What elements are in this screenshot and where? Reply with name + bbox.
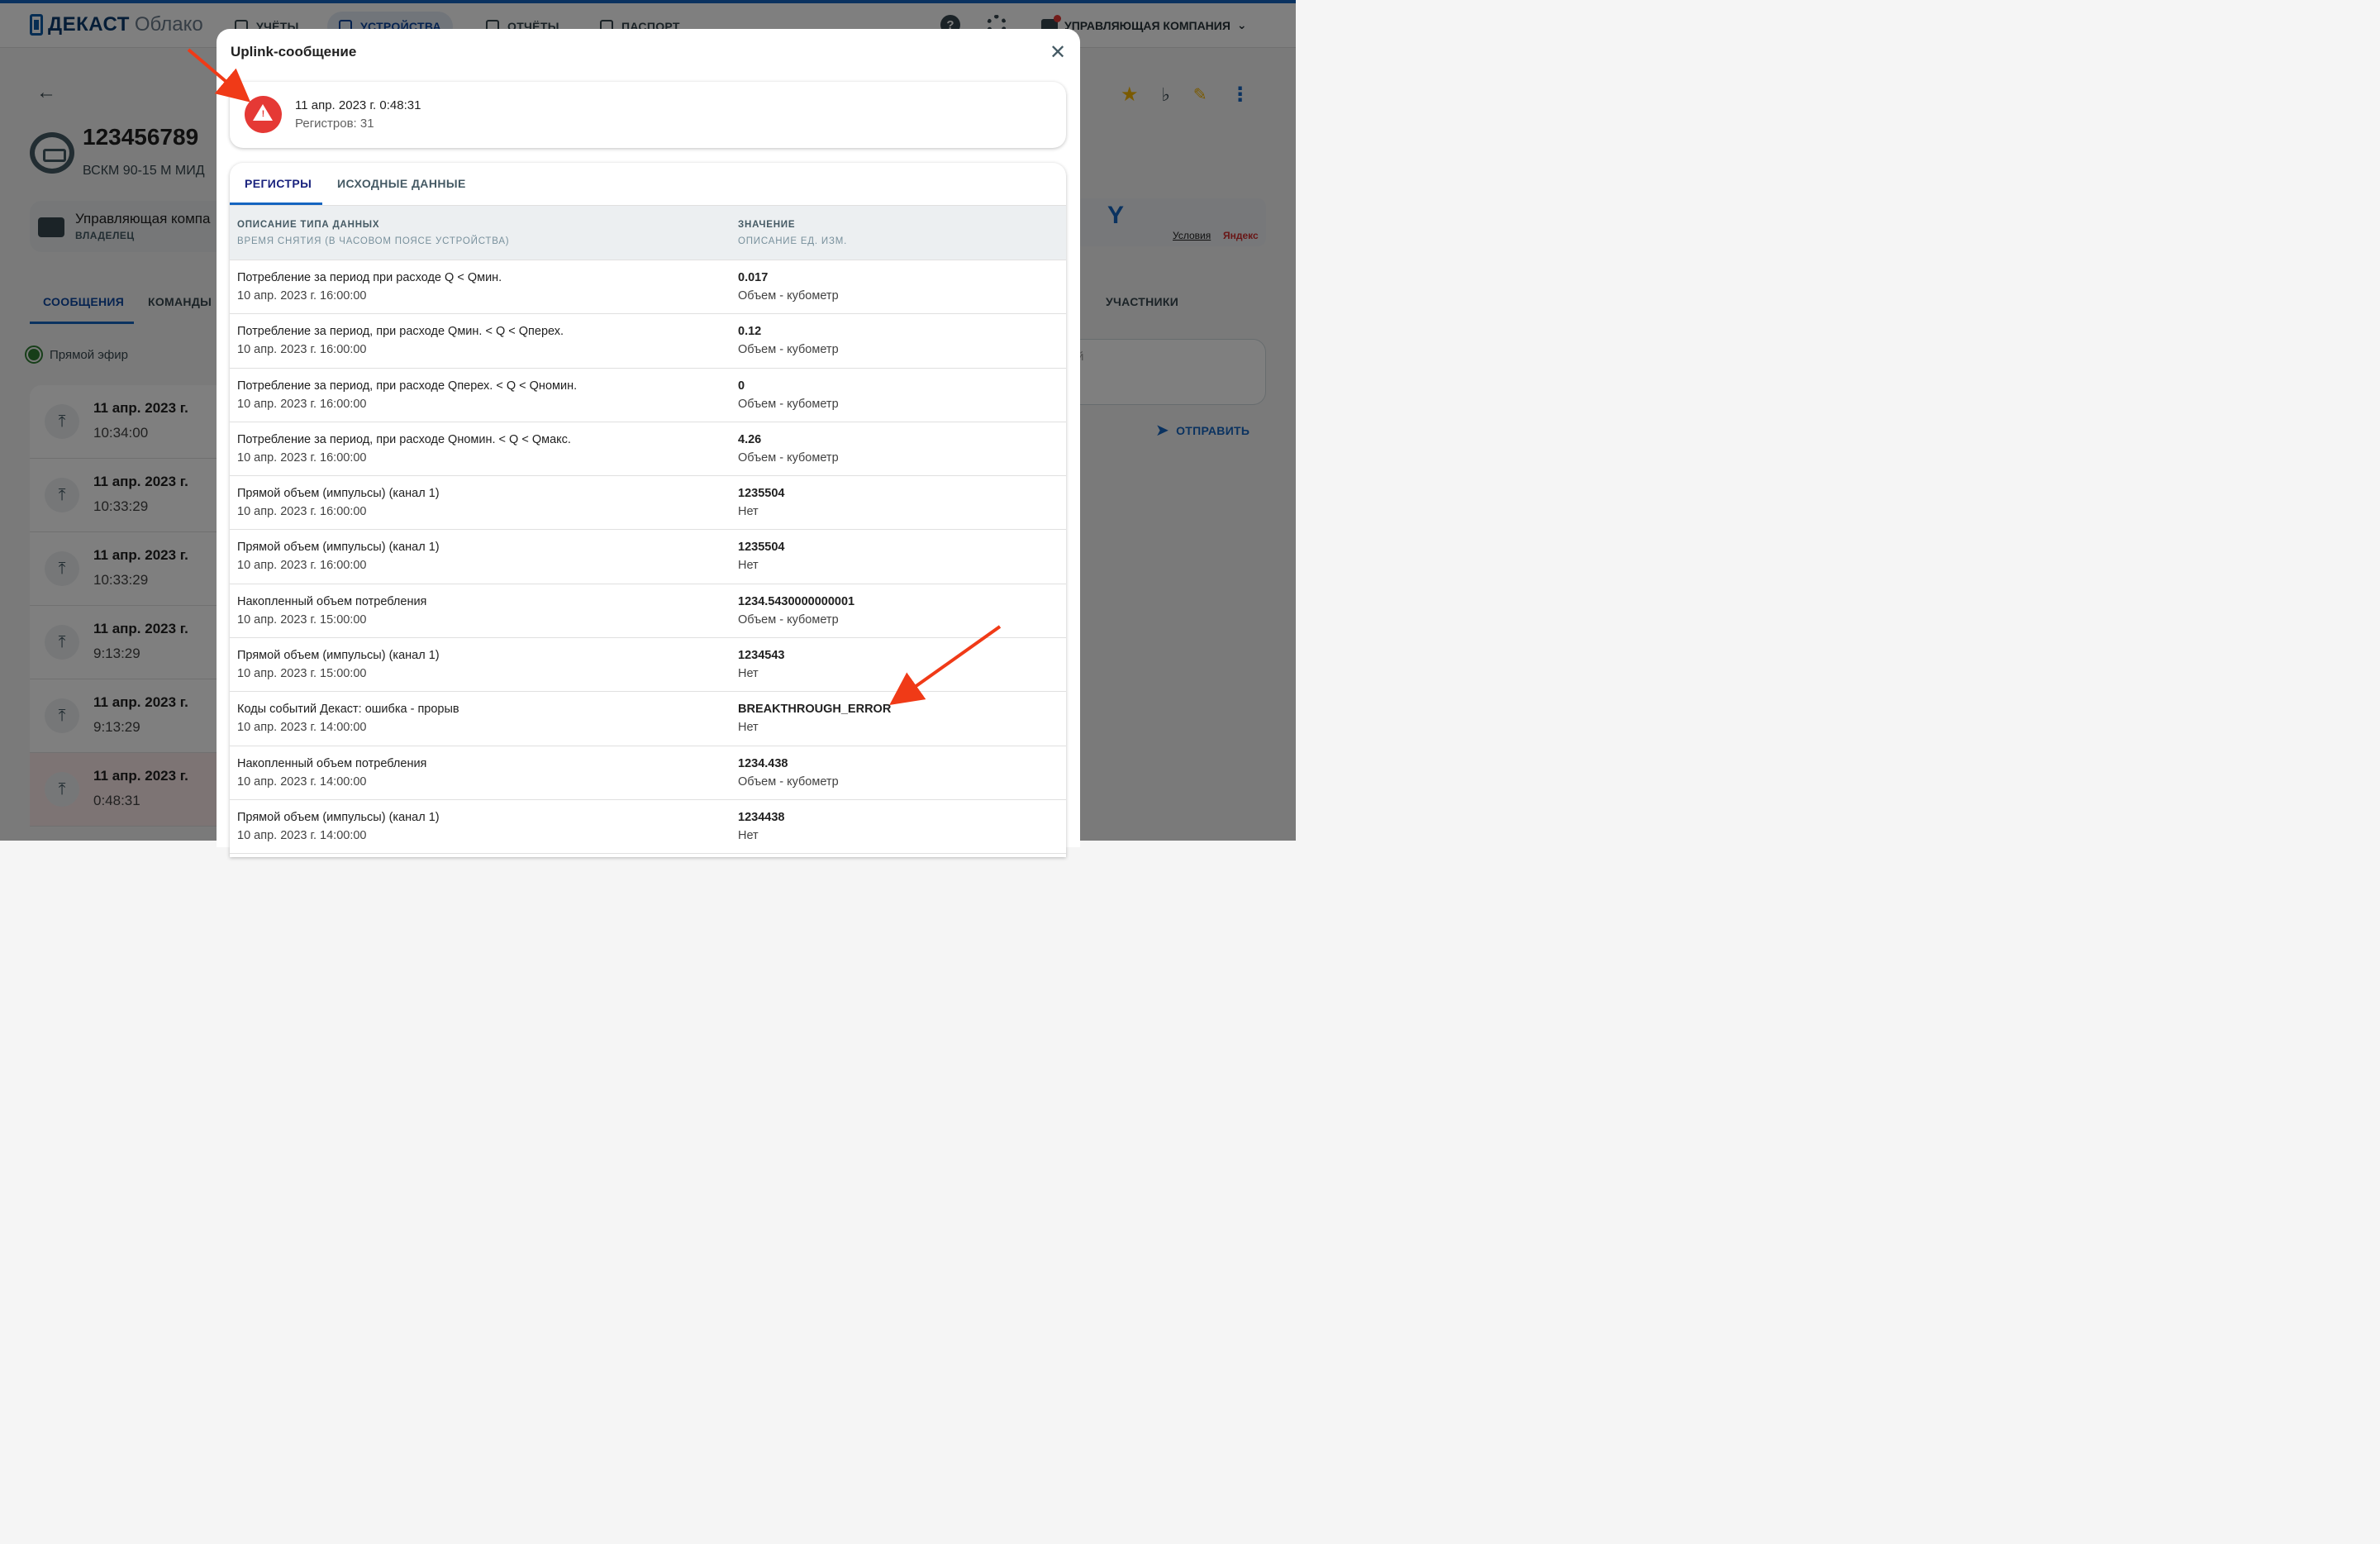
register-unit: Нет: [738, 505, 759, 519]
table-row: Потребление за период, при расходе Qноми…: [230, 422, 1066, 477]
register-unit: Объем - кубометр: [738, 289, 839, 303]
col-description-header[interactable]: ОПИСАНИЕ ТИПА ДАННЫХ: [237, 220, 379, 230]
col-time-header: ВРЕМЯ СНЯТИЯ (В ЧАСОВОМ ПОЯСЕ УСТРОЙСТВА…: [237, 236, 510, 246]
register-value: 1234438: [738, 810, 785, 824]
uplink-dialog: Uplink-сообщение ✕ ! 11 апр. 2023 г. 0:4…: [217, 29, 1080, 857]
register-value: BREAKTHROUGH_ERROR: [738, 703, 892, 717]
table-row: Прямой объем (импульсы) (канал 1) 10 апр…: [230, 476, 1066, 531]
register-time: 10 апр. 2023 г. 14:00:00: [237, 828, 367, 842]
table-row: Прямой объем (импульсы) (канал 1) 10 апр…: [230, 530, 1066, 584]
register-unit: Нет: [738, 721, 759, 735]
close-icon[interactable]: ✕: [1046, 41, 1069, 64]
register-value: 0: [738, 379, 745, 393]
register-description: Потребление за период при расходе Q < Qм…: [237, 271, 502, 284]
tab-registers[interactable]: РЕГИСТРЫ: [245, 177, 312, 190]
table-row: Потребление за период, при расходе Qмин.…: [230, 314, 1066, 369]
dialog-tabs: РЕГИСТРЫ ИСХОДНЫЕ ДАННЫЕ: [230, 163, 1066, 206]
col-unit-header: ОПИСАНИЕ ЕД. ИЗМ.: [738, 236, 848, 246]
register-unit: Объем - кубометр: [738, 612, 839, 627]
table-row: Потребление за период при расходе Q < Qм…: [230, 260, 1066, 315]
register-time: 10 апр. 2023 г. 15:00:00: [237, 667, 367, 681]
register-value: 1234.438: [738, 756, 788, 770]
register-time: 10 апр. 2023 г. 16:00:00: [237, 450, 367, 465]
register-description: Потребление за период, при расходе Qноми…: [237, 432, 571, 446]
table-row: Коды событий Декаст: ошибка - прорыв 10 …: [230, 692, 1066, 746]
register-value: 1234543: [738, 649, 785, 663]
table-row: Прямой объем (импульсы) (канал 1) 10 апр…: [230, 638, 1066, 693]
register-value: 1234.5430000000001: [738, 594, 855, 608]
dialog-title: Uplink-сообщение: [231, 44, 357, 60]
register-time: 10 апр. 2023 г. 16:00:00: [237, 559, 367, 573]
message-summary: ! 11 апр. 2023 г. 0:48:31 Регистров: 31: [230, 82, 1066, 148]
register-time: 10 апр. 2023 г. 15:00:00: [237, 612, 367, 627]
tab-underline: [230, 203, 322, 205]
registers-card: РЕГИСТРЫ ИСХОДНЫЕ ДАННЫЕ ОПИСАНИЕ ТИПА Д…: [230, 163, 1066, 857]
register-unit: Объем - кубометр: [738, 450, 839, 465]
register-description: Потребление за период, при расходе Qпере…: [237, 379, 578, 393]
register-time: 10 апр. 2023 г. 16:00:00: [237, 505, 367, 519]
summary-registers: Регистров: 31: [295, 117, 374, 131]
register-time: 10 апр. 2023 г. 16:00:00: [237, 343, 367, 357]
register-value: 1235504: [738, 487, 785, 501]
table-row: Прямой объем (импульсы) (канал 1) 10 апр…: [230, 800, 1066, 855]
register-description: Накопленный объем потребления: [237, 594, 427, 608]
tab-raw-data[interactable]: ИСХОДНЫЕ ДАННЫЕ: [337, 177, 466, 190]
register-description: Прямой объем (импульсы) (канал 1): [237, 810, 440, 824]
register-unit: Нет: [738, 559, 759, 573]
register-unit: Нет: [738, 828, 759, 842]
register-unit: Объем - кубометр: [738, 397, 839, 411]
col-value-header[interactable]: ЗНАЧЕНИЕ: [738, 220, 795, 230]
register-value: 1235504: [738, 541, 785, 555]
register-time: 10 апр. 2023 г. 14:00:00: [237, 774, 367, 789]
table-header: ОПИСАНИЕ ТИПА ДАННЫХ ВРЕМЯ СНЯТИЯ (В ЧАС…: [230, 206, 1066, 260]
register-value: 4.26: [738, 432, 762, 446]
register-unit: Объем - кубометр: [738, 774, 839, 789]
register-value: 0.12: [738, 325, 762, 339]
register-description: Прямой объем (импульсы) (канал 1): [237, 649, 440, 663]
table-row: Накопленный объем потребления 10 апр. 20…: [230, 584, 1066, 639]
register-description: Накопленный объем потребления: [237, 756, 427, 770]
register-unit: Объем - кубометр: [738, 343, 839, 357]
summary-datetime: 11 апр. 2023 г. 0:48:31: [295, 98, 421, 112]
register-description: Потребление за период, при расходе Qмин.…: [237, 325, 564, 339]
register-time: 10 апр. 2023 г. 16:00:00: [237, 289, 367, 303]
register-description: Коды событий Декаст: ошибка - прорыв: [237, 703, 459, 717]
warning-icon: !: [245, 96, 282, 133]
register-description: Прямой объем (импульсы) (канал 1): [237, 541, 440, 555]
register-unit: Нет: [738, 667, 759, 681]
table-row: Потребление за период, при расходе Qпере…: [230, 369, 1066, 422]
register-time: 10 апр. 2023 г. 14:00:00: [237, 721, 367, 735]
table-row: Накопленный объем потребления 10 апр. 20…: [230, 746, 1066, 800]
register-value: 0.017: [738, 271, 769, 284]
registers-table: Потребление за период при расходе Q < Qм…: [230, 260, 1066, 855]
register-time: 10 апр. 2023 г. 16:00:00: [237, 397, 367, 411]
register-description: Прямой объем (импульсы) (канал 1): [237, 487, 440, 501]
